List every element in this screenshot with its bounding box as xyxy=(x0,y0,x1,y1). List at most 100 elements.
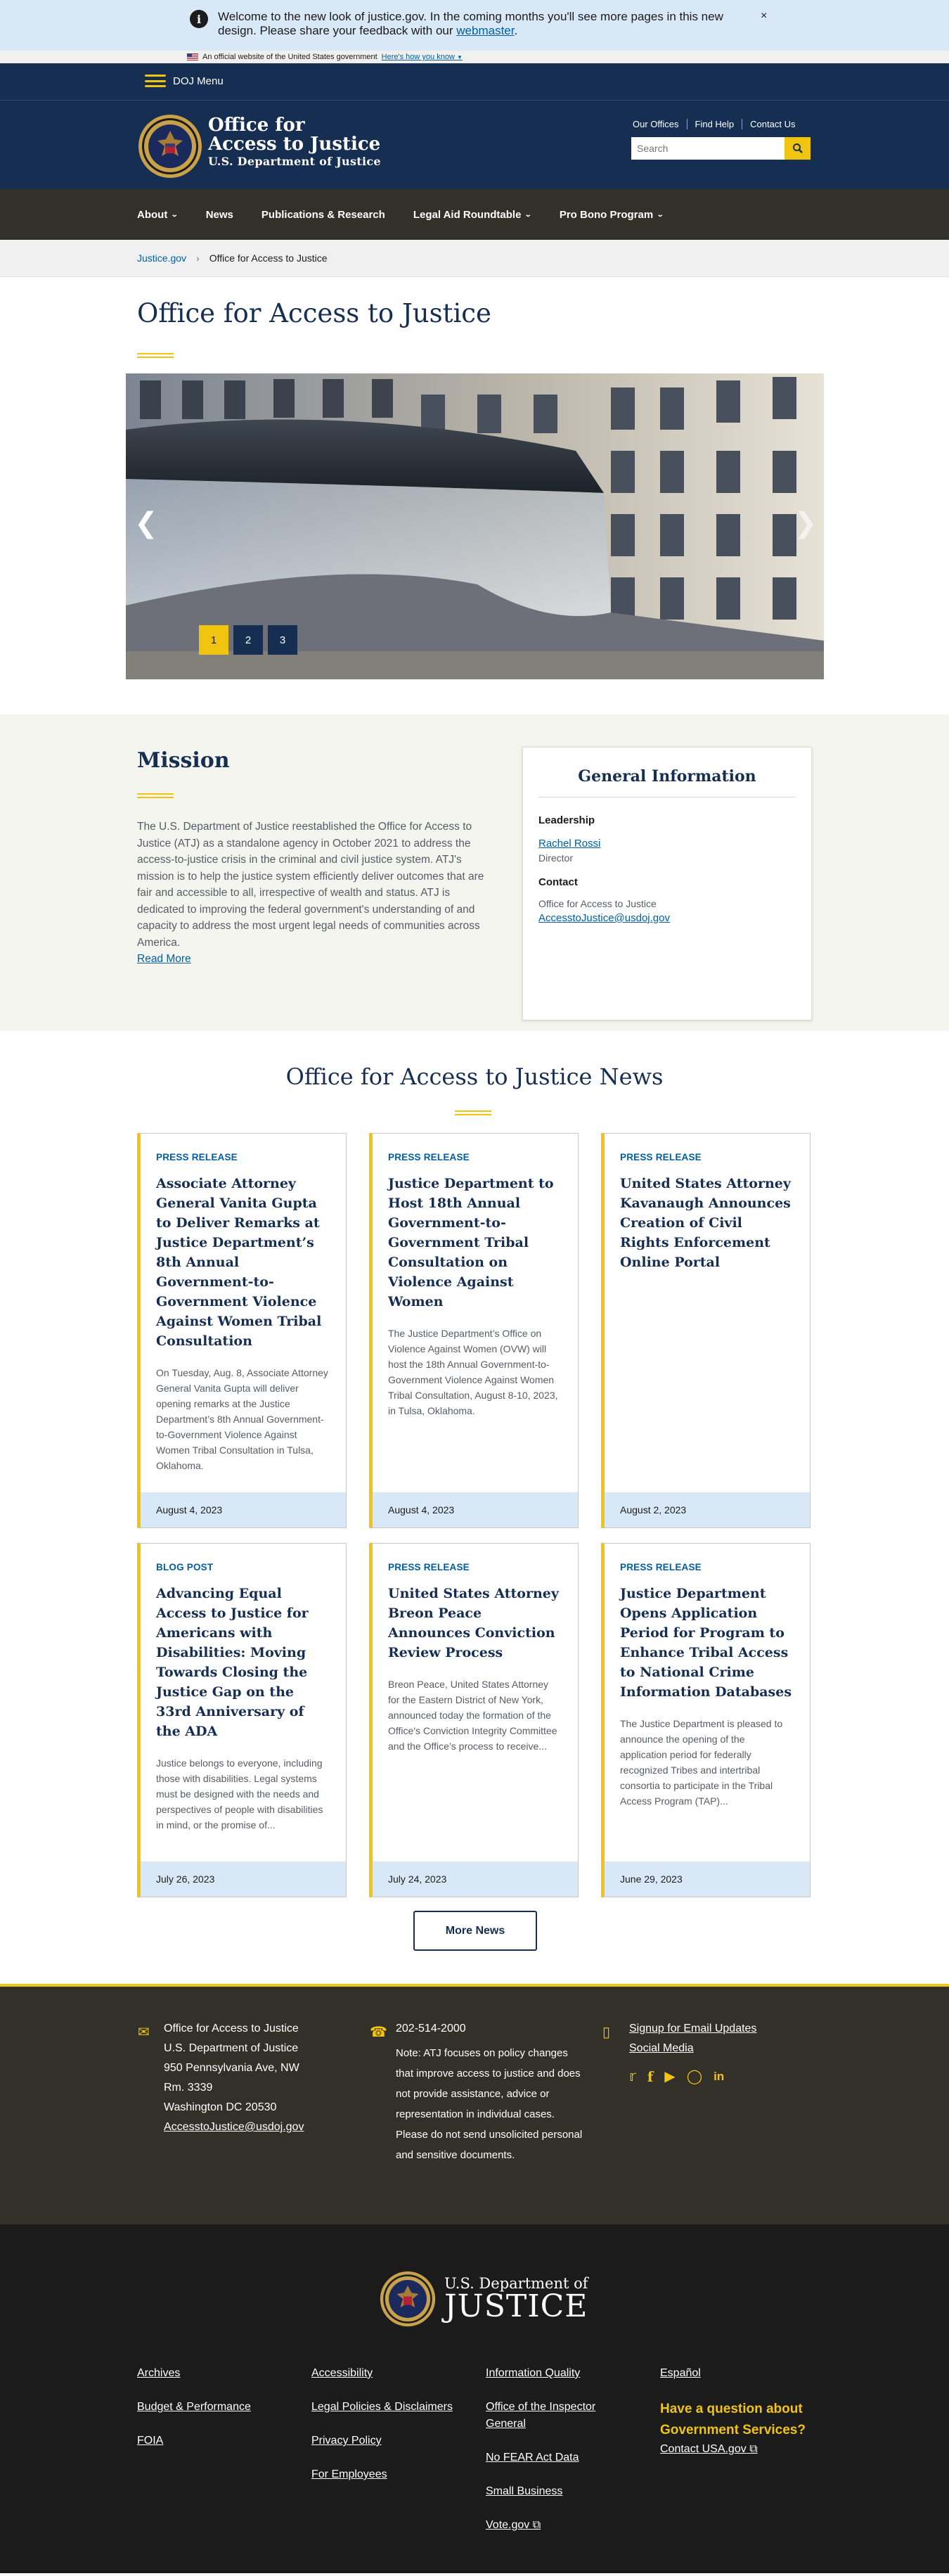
alert-text: Welcome to the new look of justice.gov. … xyxy=(218,10,723,37)
doj-menu-label: DOJ Menu xyxy=(173,75,224,87)
footer-link-accessibility[interactable]: Accessibility xyxy=(311,2365,453,2382)
carousel-pager: 1 2 3 xyxy=(199,625,297,655)
footer-link-employees[interactable]: For Employees xyxy=(311,2466,453,2483)
facebook-icon[interactable]: f xyxy=(647,2067,654,2087)
news-card-date: June 29, 2023 xyxy=(605,1861,810,1897)
external-link-icon: ⧉ xyxy=(749,2443,758,2455)
news-card-type: PRESS RELEASE xyxy=(388,1562,470,1572)
contact-email-link[interactable]: AccesstoJustice@usdoj.gov xyxy=(538,912,796,924)
news-card[interactable]: PRESS RELEASE Justice Department to Host… xyxy=(369,1133,579,1528)
site-title[interactable]: Office for Access to Justice U.S. Depart… xyxy=(208,116,381,169)
general-info-card: General Information Leadership Rachel Ro… xyxy=(522,747,812,1020)
news-card-title[interactable]: Advancing Equal Access to Justice for Am… xyxy=(156,1584,330,1741)
find-help-link[interactable]: Find Help xyxy=(686,119,742,129)
news-heading: Office for Access to Justice News xyxy=(285,1063,664,1090)
mobile-icon: ▯ xyxy=(602,2025,611,2040)
mission-body: The U.S. Department of Justice reestabli… xyxy=(137,819,489,968)
email-signup-link[interactable]: Signup for Email Updates xyxy=(629,2019,756,2039)
news-card-title[interactable]: Justice Department to Host 18th Annual G… xyxy=(388,1174,562,1312)
doj-menu-button[interactable]: DOJ Menu xyxy=(145,75,224,87)
footer-link-small-business[interactable]: Small Business xyxy=(486,2483,626,2500)
address-line: Rm. 3339 xyxy=(164,2082,213,2094)
footer-link-vote[interactable]: Vote.gov ⧉ xyxy=(486,2517,626,2534)
footer-link-legal-policies[interactable]: Legal Policies & Disclaimers xyxy=(311,2399,453,2416)
search-input[interactable] xyxy=(631,137,785,160)
site-alert: i Welcome to the new look of justice.gov… xyxy=(0,0,949,51)
contact-usa-link[interactable]: Contact USA.gov ⧉ xyxy=(660,2441,822,2458)
chevron-down-icon: ⌄ xyxy=(171,210,179,219)
carousel-slide-3[interactable]: 3 xyxy=(268,625,297,655)
carousel-slide-2[interactable]: 2 xyxy=(233,625,263,655)
heres-how-you-know-link[interactable]: Here's how you know ▼ xyxy=(382,53,463,61)
contact-footer: ✉ Office for Access to Justice U.S. Depa… xyxy=(0,1984,949,2224)
news-card-title[interactable]: Associate Attorney General Vanita Gupta … xyxy=(156,1174,330,1351)
contact-social: Signup for Email Updates Social Media 𝕣 … xyxy=(629,2019,756,2087)
our-offices-link[interactable]: Our Offices xyxy=(631,119,687,129)
contact-note: Note: ATJ focuses on policy changes that… xyxy=(396,2047,583,2161)
news-card-type: PRESS RELEASE xyxy=(620,1562,702,1572)
info-icon: i xyxy=(190,10,208,28)
nav-publications-research[interactable]: Publications & Research xyxy=(247,209,399,221)
doj-footer-logo[interactable]: U.S. Department of JUSTICE xyxy=(380,2271,588,2327)
phone-number: 202-514-2000 xyxy=(396,2023,466,2034)
footer-link-espanol[interactable]: Español xyxy=(660,2365,822,2382)
mission-heading: Mission xyxy=(137,748,230,773)
news-card-title[interactable]: United States Attorney Breon Peace Annou… xyxy=(388,1584,562,1662)
news-card-desc: Justice belongs to everyone, including t… xyxy=(156,1757,323,1831)
news-card[interactable]: PRESS RELEASE Justice Department Opens A… xyxy=(601,1543,811,1897)
footer-link-archives[interactable]: Archives xyxy=(137,2365,251,2382)
news-card-type: PRESS RELEASE xyxy=(388,1152,470,1162)
footer-link-budget[interactable]: Budget & Performance xyxy=(137,2399,251,2416)
news-card[interactable]: BLOG POST Advancing Equal Access to Just… xyxy=(137,1543,347,1897)
footer-email-link[interactable]: AccesstoJustice@usdoj.gov xyxy=(164,2121,304,2133)
leader-name-link[interactable]: Rachel Rossi xyxy=(538,838,796,850)
carousel-next-icon[interactable]: ❯ xyxy=(794,507,818,539)
footer-link-info-quality[interactable]: Information Quality xyxy=(486,2365,626,2382)
news-card[interactable]: PRESS RELEASE Associate Attorney General… xyxy=(137,1133,347,1528)
general-info-heading: General Information xyxy=(538,767,796,797)
close-icon[interactable]: × xyxy=(761,10,767,23)
search-button[interactable] xyxy=(785,137,811,160)
logo-line-2: JUSTICE xyxy=(444,2288,588,2324)
more-news-button[interactable]: More News xyxy=(413,1911,537,1951)
us-flag-icon xyxy=(187,53,198,60)
nav-news[interactable]: News xyxy=(192,209,247,221)
nav-legal-aid-roundtable[interactable]: Legal Aid Roundtable ⌄ xyxy=(399,209,545,221)
nav-pro-bono-program[interactable]: Pro Bono Program ⌄ xyxy=(545,209,678,221)
breadcrumb-home[interactable]: Justice.gov xyxy=(137,252,186,264)
doj-seal-icon[interactable] xyxy=(138,114,202,179)
carousel-slide-1[interactable]: 1 xyxy=(199,625,228,655)
footer-link-inspector-general[interactable]: Office of the Inspector General xyxy=(486,2399,626,2433)
footer-links-col-3: Information Quality Office of the Inspec… xyxy=(486,2365,626,2551)
news-card-date: July 26, 2023 xyxy=(141,1861,346,1897)
linkedin-icon[interactable]: in xyxy=(714,2067,724,2087)
instagram-icon[interactable]: ◯ xyxy=(687,2067,702,2087)
news-card-title[interactable]: United States Attorney Kavanaugh Announc… xyxy=(620,1174,794,1272)
title-line-3: U.S. Department of Justice xyxy=(208,155,381,168)
twitter-icon[interactable]: 𝕣 xyxy=(629,2067,636,2087)
footer-link-foia[interactable]: FOIA xyxy=(137,2433,251,2449)
address-line: Washington DC 20530 xyxy=(164,2101,277,2113)
breadcrumb: Justice.gov › Office for Access to Justi… xyxy=(0,240,949,277)
news-card[interactable]: PRESS RELEASE United States Attorney Bre… xyxy=(369,1543,579,1897)
carousel-prev-icon[interactable]: ❮ xyxy=(134,507,158,539)
news-card[interactable]: PRESS RELEASE United States Attorney Kav… xyxy=(601,1133,811,1528)
contact-address: Office for Access to Justice U.S. Depart… xyxy=(164,2019,304,2137)
gov-banner: An official website of the United States… xyxy=(0,51,949,63)
webmaster-link[interactable]: webmaster xyxy=(456,24,514,37)
footer-link-privacy[interactable]: Privacy Policy xyxy=(311,2433,453,2449)
search-icon xyxy=(792,143,803,153)
nav-about[interactable]: About ⌄ xyxy=(137,209,192,221)
social-media-link[interactable]: Social Media xyxy=(629,2039,756,2058)
breadcrumb-current: Office for Access to Justice xyxy=(209,252,328,264)
news-card-type: BLOG POST xyxy=(156,1562,214,1572)
news-card-title[interactable]: Justice Department Opens Application Per… xyxy=(620,1584,794,1702)
phone-icon: ☎ xyxy=(370,2025,387,2040)
chevron-right-icon: › xyxy=(196,252,200,264)
read-more-link[interactable]: Read More xyxy=(137,951,489,968)
main-nav: About ⌄ News Publications & Research Lega… xyxy=(0,189,949,240)
footer-link-no-fear[interactable]: No FEAR Act Data xyxy=(486,2449,626,2466)
news-card-date: July 24, 2023 xyxy=(373,1861,578,1897)
contact-us-link[interactable]: Contact Us xyxy=(742,119,803,129)
youtube-icon[interactable]: ▶ xyxy=(664,2067,675,2087)
